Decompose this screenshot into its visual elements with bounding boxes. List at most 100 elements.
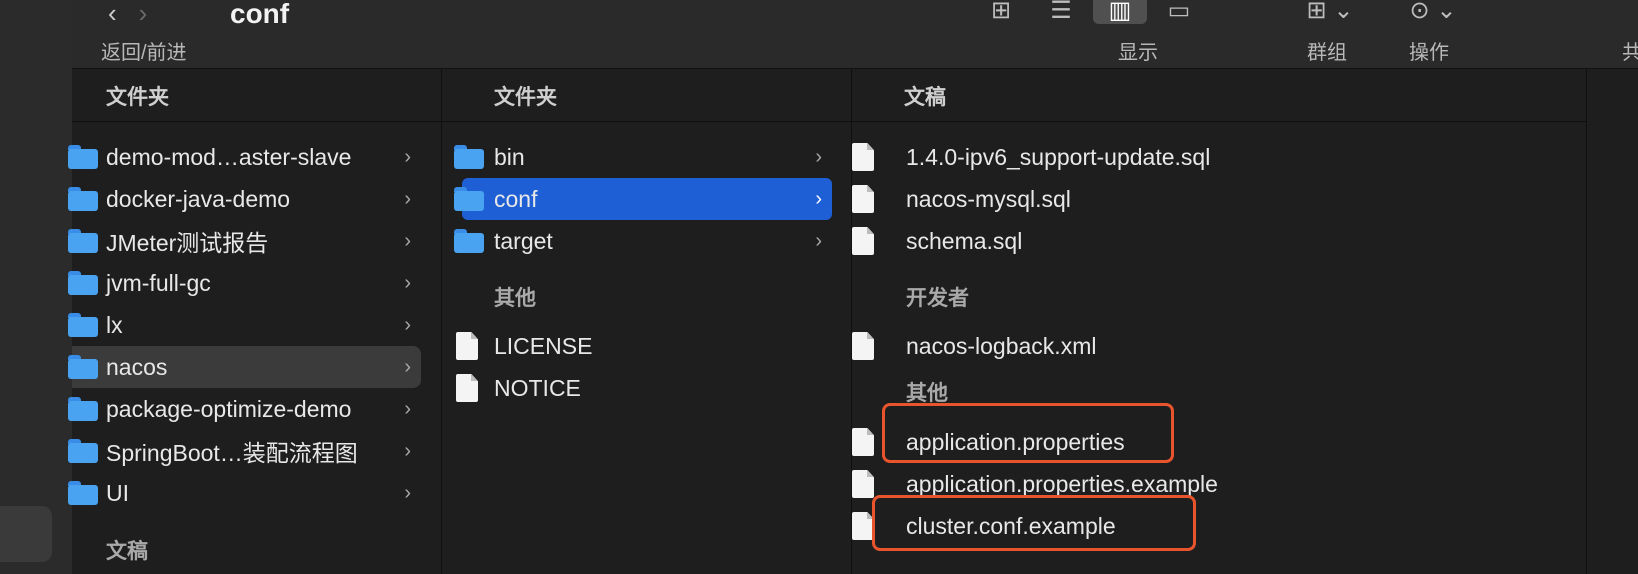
column-header: 文稿 [852, 69, 1586, 122]
list-item[interactable]: bin › [454, 136, 832, 178]
item-name: docker-java-demo [106, 185, 291, 212]
icon-view-icon[interactable]: ⊞ [986, 0, 1016, 24]
document-icon [852, 512, 874, 540]
item-name: LICENSE [494, 332, 593, 359]
nav-buttons: ‹ › [108, 0, 147, 29]
list-item[interactable]: LICENSE [456, 325, 832, 367]
item-name: demo-mod…aster-slave [106, 143, 352, 170]
item-name: jvm-full-gc [106, 269, 211, 296]
list-item[interactable]: docker-java-demo › [68, 178, 421, 220]
folder-icon [68, 313, 98, 337]
share-caption: 共 [1622, 42, 1638, 64]
column-view-icon[interactable]: ▥ [1093, 0, 1147, 24]
item-name: SpringBoot…装配流程图 [106, 440, 358, 466]
action-menu-icon[interactable]: ⊙ ⌄ [1400, 0, 1466, 24]
list-item[interactable]: JMeter测试报告 › [68, 220, 421, 262]
chevron-right-icon: › [404, 187, 411, 210]
back-button[interactable]: ‹ [108, 0, 117, 28]
view-caption: 显示 [1118, 42, 1158, 64]
document-icon [852, 332, 874, 360]
list-item[interactable]: NOTICE [456, 367, 832, 409]
document-icon [852, 143, 874, 171]
chevron-right-icon: › [404, 229, 411, 252]
column-header: 文件夹 [442, 69, 851, 122]
folder-icon [68, 229, 98, 253]
list-item[interactable]: UI › [68, 472, 421, 514]
sidebar-selected-item[interactable] [0, 506, 52, 562]
nav-caption: 返回/前进 [101, 42, 187, 64]
item-name: application.properties.example [906, 470, 1218, 497]
list-view-icon[interactable]: ☰ [1044, 0, 1078, 24]
list-item[interactable]: nacos-mysql.sql [852, 178, 1552, 220]
chevron-right-icon: › [404, 481, 411, 504]
column-header-label: 文件夹 [106, 86, 169, 109]
document-icon [456, 332, 478, 360]
column-empty [1587, 69, 1638, 574]
list-item[interactable]: demo-mod…aster-slave › [68, 136, 421, 178]
item-name: 1.4.0-ipv6_support-update.sql [906, 143, 1211, 170]
document-icon [852, 470, 874, 498]
folder-icon [68, 439, 98, 463]
group-menu-icon[interactable]: ⊞ ⌄ [1297, 0, 1363, 24]
list-item[interactable]: target › [454, 220, 832, 262]
folder-icon [454, 187, 484, 211]
chevron-right-icon: › [404, 271, 411, 294]
chevron-right-icon: › [404, 397, 411, 420]
item-name: schema.sql [906, 227, 1023, 254]
folder-icon [68, 187, 98, 211]
column-header-label: 文稿 [904, 86, 946, 109]
list-item-selected[interactable]: conf › [454, 178, 832, 220]
column-parent: 文件夹 demo-mod…aster-slave › docker-java-d… [68, 69, 442, 574]
chevron-right-icon: › [404, 145, 411, 168]
document-icon [456, 374, 478, 402]
group-label: 开发者 [906, 287, 969, 310]
document-icon [852, 428, 874, 456]
item-name: lx [106, 311, 123, 338]
item-name: JMeter测试报告 [106, 230, 269, 256]
list-item[interactable]: package-optimize-demo › [68, 388, 421, 430]
item-name: NOTICE [494, 374, 581, 401]
chevron-right-icon: › [815, 229, 822, 252]
chevron-right-icon: › [404, 355, 411, 378]
folder-icon [68, 355, 98, 379]
folder-icon [68, 481, 98, 505]
item-name: nacos-logback.xml [906, 332, 1097, 359]
item-name: target [494, 227, 553, 254]
column-header: 文件夹 [72, 69, 441, 122]
folder-icon [68, 271, 98, 295]
column-conf: 文稿 1.4.0-ipv6_support-update.sql nacos-m… [852, 69, 1587, 574]
document-icon [852, 185, 874, 213]
highlight-box [882, 403, 1174, 463]
chevron-right-icon: › [404, 313, 411, 336]
folder-icon [68, 397, 98, 421]
item-name: conf [494, 185, 538, 212]
column-nacos: 文件夹 bin › conf › target › 其他 LICENSE NOT… [442, 69, 852, 574]
chevron-right-icon: › [815, 145, 822, 168]
group-label: 文稿 [106, 540, 148, 563]
item-name: package-optimize-demo [106, 395, 352, 422]
sidebar-strip [0, 0, 73, 574]
item-name: nacos-mysql.sql [906, 185, 1071, 212]
window-title: conf [230, 0, 290, 29]
item-name: UI [106, 479, 129, 506]
column-header-label: 文件夹 [494, 86, 557, 109]
folder-icon [454, 145, 484, 169]
list-item[interactable]: SpringBoot…装配流程图 › [68, 430, 421, 472]
item-name: nacos [106, 353, 168, 380]
list-item-selected[interactable]: nacos › [68, 346, 421, 388]
forward-button[interactable]: › [139, 0, 148, 28]
list-item[interactable]: nacos-logback.xml [852, 325, 1552, 367]
gallery-view-icon[interactable]: ▭ [1162, 0, 1196, 24]
chevron-right-icon: › [404, 439, 411, 462]
list-item[interactable]: 1.4.0-ipv6_support-update.sql [852, 136, 1552, 178]
list-item[interactable]: jvm-full-gc › [68, 262, 421, 304]
document-icon [852, 227, 874, 255]
item-name: bin [494, 143, 525, 170]
toolbar: ‹ › conf 返回/前进 ⊞ ☰ ▥ ▭ 显示 ⊞ ⌄ 群组 ⊙ ⌄ 操作 共 [72, 0, 1638, 69]
highlight-box [872, 495, 1196, 551]
action-caption: 操作 [1409, 42, 1449, 64]
list-item[interactable]: schema.sql [852, 220, 1552, 262]
folder-icon [68, 145, 98, 169]
list-item[interactable]: lx › [68, 304, 421, 346]
group-label: 其他 [494, 287, 536, 310]
